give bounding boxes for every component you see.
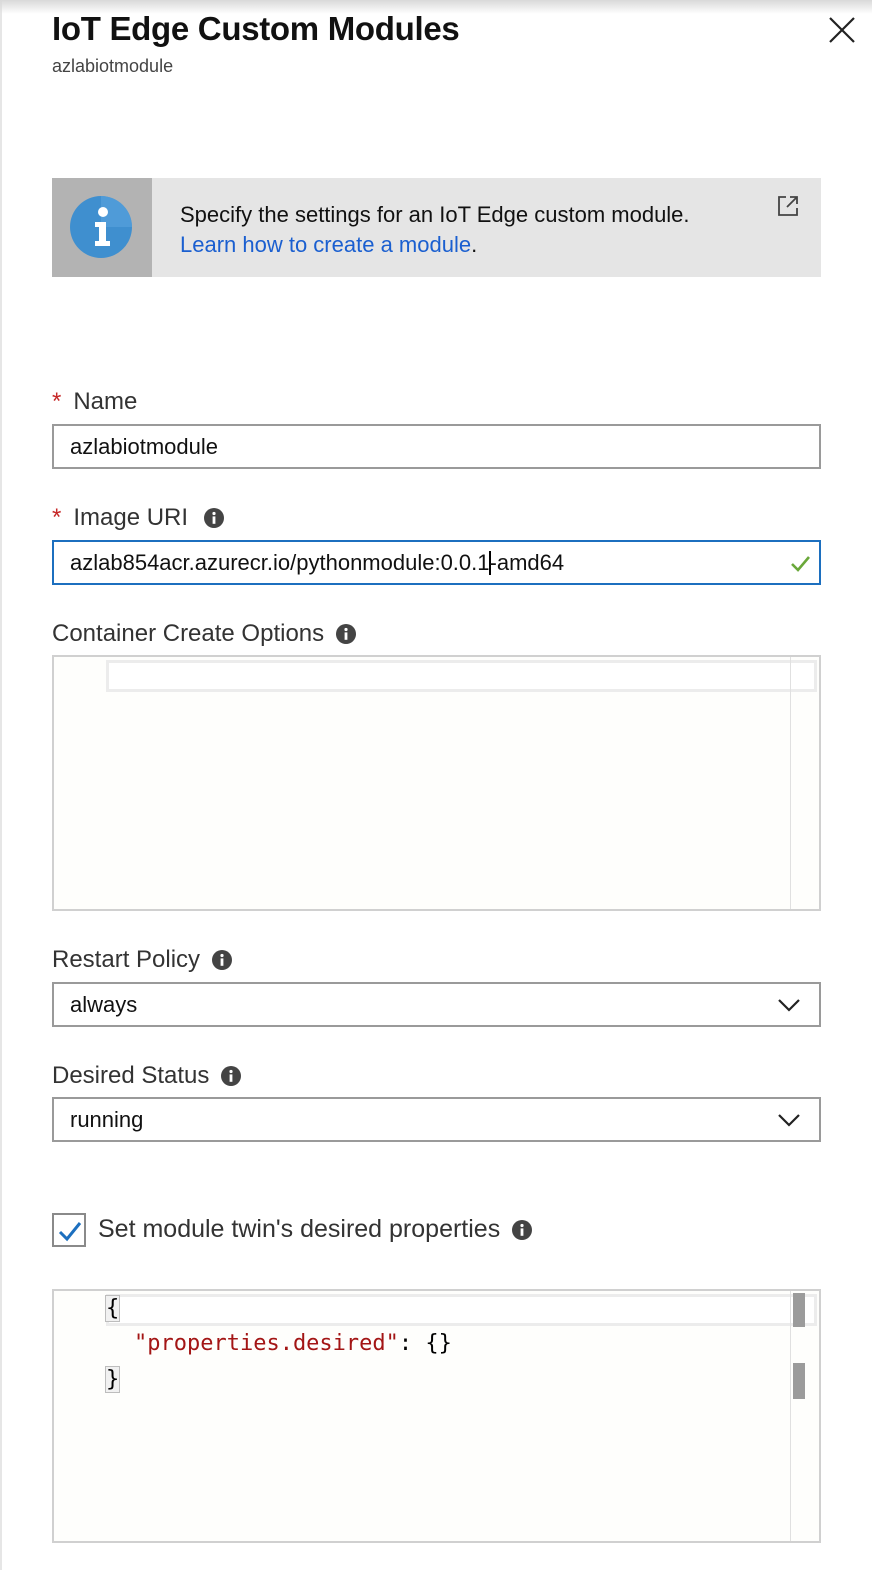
image-uri-value-start: azlab854acr.azurecr.io/pythonmodule:0.0.… xyxy=(70,549,490,575)
valid-check-icon xyxy=(791,556,810,572)
container-options-label: Container Create Options xyxy=(52,620,357,648)
image-uri-label-text: Image URI xyxy=(73,504,189,531)
scrollbar-thumb[interactable] xyxy=(793,1293,805,1327)
info-icon[interactable] xyxy=(336,624,357,644)
chevron-down-icon xyxy=(778,1114,800,1127)
desired-status-label-text: Desired Status xyxy=(52,1062,210,1089)
name-input[interactable]: azlabiotmodule xyxy=(52,424,821,469)
code-key: "properties.desired" xyxy=(134,1331,399,1356)
chevron-down-icon xyxy=(778,999,800,1012)
info-icon[interactable] xyxy=(212,950,233,970)
image-uri-label: * Image URI xyxy=(52,504,225,532)
info-message: Specify the settings for an IoT Edge cus… xyxy=(180,202,690,227)
info-icon xyxy=(70,196,132,258)
info-banner: Specify the settings for an IoT Edge cus… xyxy=(52,178,821,277)
scrollbar-thumb[interactable] xyxy=(793,1363,805,1399)
twin-properties-checkbox[interactable] xyxy=(52,1213,86,1247)
info-banner-icon-area xyxy=(52,178,152,277)
panel-title: IoT Edge Custom Modules xyxy=(52,10,460,47)
code-close-brace: } xyxy=(104,1366,121,1393)
left-edge-strip xyxy=(0,0,2,1570)
image-uri-value-end: -amd64 xyxy=(489,549,565,575)
info-icon[interactable] xyxy=(204,508,225,528)
info-icon[interactable] xyxy=(512,1219,533,1240)
editor-scrollbar[interactable] xyxy=(790,657,819,909)
editor-current-line xyxy=(106,660,817,692)
desired-status-label: Desired Status xyxy=(52,1062,242,1090)
checkmark-icon xyxy=(58,1222,82,1242)
desired-status-select[interactable]: running xyxy=(52,1097,821,1142)
required-marker: * xyxy=(52,388,62,415)
close-button[interactable] xyxy=(826,14,858,46)
container-options-editor[interactable] xyxy=(52,655,821,911)
learn-module-link[interactable]: Learn how to create a module xyxy=(180,232,471,257)
twin-json-editor[interactable]: { "properties.desired": {} } xyxy=(52,1289,821,1543)
info-link-suffix: . xyxy=(471,232,478,257)
editor-current-line xyxy=(106,1294,817,1326)
container-options-label-text: Container Create Options xyxy=(52,620,325,647)
required-marker: * xyxy=(52,504,62,531)
panel-subtitle: azlabiotmodule xyxy=(52,56,174,76)
restart-policy-select[interactable]: always xyxy=(52,982,821,1027)
name-label: * Name xyxy=(52,388,137,416)
info-text-block: Specify the settings for an IoT Edge cus… xyxy=(180,200,690,260)
restart-policy-label-text: Restart Policy xyxy=(52,946,201,973)
restart-policy-value: always xyxy=(70,991,138,1017)
editor-scrollbar[interactable] xyxy=(790,1291,819,1541)
code-value: : {} xyxy=(398,1331,452,1356)
twin-properties-label-text: Set module twin's desired properties xyxy=(98,1215,501,1243)
name-label-text: Name xyxy=(73,388,138,415)
twin-properties-label: Set module twin's desired properties xyxy=(98,1215,533,1244)
info-icon[interactable] xyxy=(221,1066,242,1086)
external-link-icon[interactable] xyxy=(776,194,800,218)
code-line-3: } xyxy=(104,1366,121,1393)
close-icon xyxy=(829,17,855,43)
info-link-line: Learn how to create a module. xyxy=(180,230,690,260)
name-input-value: azlabiotmodule xyxy=(70,433,218,459)
restart-policy-label: Restart Policy xyxy=(52,946,233,974)
code-line-2: "properties.desired": {} xyxy=(134,1331,452,1356)
desired-status-value: running xyxy=(70,1106,144,1132)
code-line-1: { xyxy=(104,1295,121,1322)
code-open-brace: { xyxy=(104,1295,121,1322)
image-uri-input[interactable]: azlab854acr.azurecr.io/pythonmodule:0.0.… xyxy=(52,540,821,585)
